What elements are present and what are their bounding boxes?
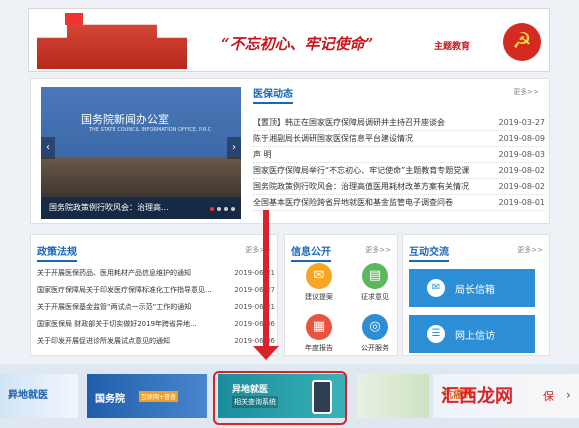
list-item[interactable]: 关于开展医保药品、医用耗材产品信息维护的通知 2019-06-21 bbox=[37, 265, 275, 282]
news-more-link[interactable]: 更多>> bbox=[513, 87, 539, 97]
carousel-dot[interactable] bbox=[231, 207, 235, 211]
list-item[interactable]: 【置顶】韩正在国家医疗保障局调研并主持召开座谈会 2019-03-27 bbox=[253, 115, 545, 131]
flag-icon bbox=[65, 13, 83, 25]
list-item[interactable]: 关于印发开展促进诊所发展试点意见的通知 2019-06-06 bbox=[37, 333, 275, 350]
report-icon: ▦ bbox=[306, 314, 332, 340]
list-item[interactable]: 国家医疗保障局关于印发医疗保障标准化工作指导意见... 2019-06-27 bbox=[37, 282, 275, 299]
proposal-button[interactable]: ✉ 建议提案 bbox=[291, 263, 347, 302]
bulb-icon: ✉ bbox=[306, 263, 332, 289]
news-section-title[interactable]: 医保动态 bbox=[253, 85, 293, 104]
petition-icon: ☰ bbox=[427, 325, 445, 343]
news-list: 【置顶】韩正在国家医疗保障局调研并主持召开座谈会 2019-03-27 陈于湘副局… bbox=[253, 115, 545, 211]
director-mailbox-button[interactable]: ✉ 局长信箱 bbox=[409, 269, 535, 307]
disclosure-more-link[interactable]: 更多>> bbox=[365, 245, 391, 255]
annotation-arrow-line bbox=[263, 210, 269, 352]
list-item[interactable]: 国家医保局 财政部关于切实做好2019年跨省异地... 2019-06-06 bbox=[37, 316, 275, 333]
interaction-panel: 互动交流 更多>> ✉ 局长信箱 ☰ 网上信访 bbox=[402, 234, 550, 356]
policy-title[interactable]: 政策法规 bbox=[37, 243, 77, 262]
carousel-dot[interactable] bbox=[224, 207, 228, 211]
annotation-arrow-head bbox=[253, 346, 279, 360]
solicit-opinion-button[interactable]: ▤ 征求意见 bbox=[347, 263, 403, 302]
carousel-dot[interactable] bbox=[217, 207, 221, 211]
party-emblem-icon: ☭ bbox=[503, 23, 541, 61]
annual-report-button[interactable]: ▦ 年度报告 bbox=[291, 314, 347, 353]
banner-slogan: “不忘初心、牢记使命” bbox=[221, 35, 374, 53]
policy-panel: 政策法规 更多>> 关于开展医保药品、医用耗材产品信息维护的通知 2019-06-… bbox=[30, 234, 278, 356]
document-icon: ▤ bbox=[362, 263, 388, 289]
medicine-card[interactable] bbox=[357, 374, 429, 418]
office-sign-en: THE STATE COUNCIL INFORMATION OFFICE, P.… bbox=[89, 127, 212, 133]
carousel-left-icon[interactable]: ‹ bbox=[8, 388, 13, 402]
list-item[interactable]: 国家医疗保障局举行“不忘初心、牢记使命”主题教育专题党课 2019-08-02 bbox=[253, 163, 545, 179]
compass-icon: ◎ bbox=[362, 314, 388, 340]
interaction-more-link[interactable]: 更多>> bbox=[517, 245, 543, 255]
disclosure-panel: 信息公开 更多>> ✉ 建议提案 ▤ 征求意见 ▦ 年度报告 ◎ 公开服务 bbox=[284, 234, 398, 356]
internet-supervision-tag: 互联网+督查 bbox=[139, 391, 179, 402]
carousel-dot[interactable] bbox=[210, 207, 214, 211]
press-conference-photo bbox=[41, 157, 241, 197]
list-item[interactable]: 关于开展医保基金监管“两试点一示范”工作的通知 2019-06-21 bbox=[37, 299, 275, 316]
news-carousel[interactable]: 国务院新闻办公室 THE STATE COUNCIL INFORMATION O… bbox=[41, 87, 241, 219]
carousel-dots[interactable] bbox=[210, 207, 235, 211]
highlight-box bbox=[213, 371, 347, 425]
disclosure-icon-grid: ✉ 建议提案 ▤ 征求意见 ▦ 年度报告 ◎ 公开服务 bbox=[291, 263, 403, 353]
carousel-prev-icon[interactable]: ‹ bbox=[41, 137, 55, 159]
interaction-title[interactable]: 互动交流 bbox=[409, 243, 449, 262]
banner-subtitle: 主题教育 bbox=[434, 42, 471, 52]
theme-banner[interactable]: “不忘初心、牢记使命” 主题教育 ☭ bbox=[28, 8, 550, 72]
public-service-button[interactable]: ◎ 公开服务 bbox=[347, 314, 403, 353]
mail-icon: ✉ bbox=[427, 279, 445, 297]
online-petition-button[interactable]: ☰ 网上信访 bbox=[409, 315, 535, 353]
watermark-tail: 保 bbox=[543, 390, 554, 403]
list-item[interactable]: 声 明 2019-08-03 bbox=[253, 147, 545, 163]
news-section: 国务院新闻办公室 THE STATE COUNCIL INFORMATION O… bbox=[30, 78, 550, 224]
policy-list: 关于开展医保药品、医用耗材产品信息维护的通知 2019-06-21 国家医疗保障局… bbox=[37, 265, 275, 350]
office-sign: 国务院新闻办公室 bbox=[81, 113, 169, 126]
carousel-right-icon[interactable]: › bbox=[566, 388, 571, 402]
tiananmen-graphic bbox=[37, 24, 187, 69]
state-council-card[interactable]: 国务院 互联网+督查 bbox=[87, 374, 207, 418]
watermark: 汇西龙网 bbox=[441, 386, 513, 407]
carousel-next-icon[interactable]: › bbox=[227, 137, 241, 159]
list-item[interactable]: 国务院政策例行吹风会：治理高值医用耗材改革方案有关情况 2019-08-02 bbox=[253, 179, 545, 195]
list-item[interactable]: 陈于湘副局长调研国家医保信息平台建设情况 2019-08-09 bbox=[253, 131, 545, 147]
list-item[interactable]: 全国基本医疗保险跨省异地就医和基金监管电子调查问卷 2019-08-01 bbox=[253, 195, 545, 211]
disclosure-title[interactable]: 信息公开 bbox=[291, 243, 331, 262]
